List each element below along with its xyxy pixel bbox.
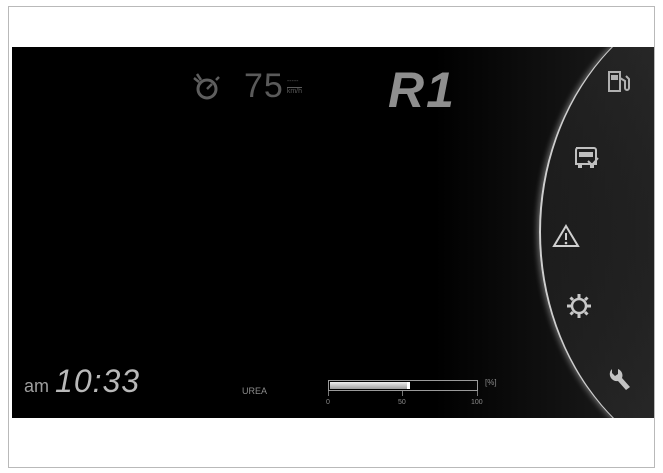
wrench-icon[interactable] (606, 365, 634, 393)
fuel-pump-icon[interactable] (603, 67, 631, 95)
dashboard-screen: 75 ----- km/h R1 am 10:33 UREA 0 50 100 … (12, 47, 654, 418)
settings-gear-icon[interactable] (565, 292, 593, 320)
urea-label: UREA (242, 386, 268, 396)
speed-unit: ----- km/h (286, 77, 302, 95)
warning-icon[interactable] (552, 222, 580, 250)
urea-level-bar (328, 380, 478, 391)
urea-tick-0 (328, 391, 329, 396)
speed-value: 75 (244, 67, 284, 105)
urea-level-marker (407, 382, 410, 389)
urea-tick-100 (477, 391, 478, 396)
clock: am 10:33 (24, 363, 140, 400)
urea-scale-mid: 50 (398, 399, 406, 406)
urea-tick-50 (402, 391, 403, 396)
urea-level-fill (330, 382, 410, 389)
urea-scale-max: 100 (471, 399, 483, 406)
cruise-speed-display: 75 ----- km/h (190, 67, 302, 106)
gear-indicator: R1 (388, 62, 456, 118)
clock-ampm: am (24, 376, 50, 396)
urea-unit: [%] (485, 378, 497, 387)
clock-time: 10:33 (55, 363, 141, 399)
urea-scale-min: 0 (326, 399, 330, 406)
vehicle-icon[interactable] (572, 144, 600, 172)
cruise-control-icon (193, 72, 220, 99)
